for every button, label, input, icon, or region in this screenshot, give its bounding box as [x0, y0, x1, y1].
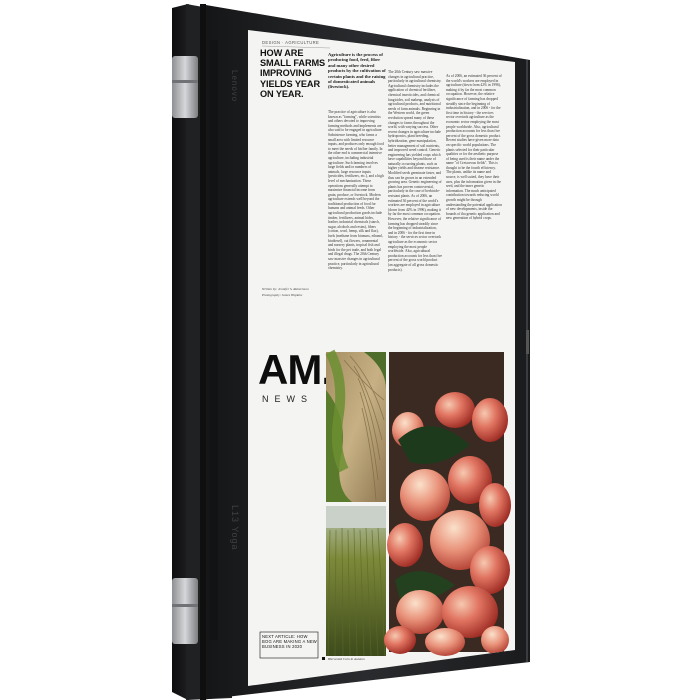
convertible-laptop: Lenovo L13 Yoga DESIGN · AGRICULTURE HOW…	[172, 4, 530, 700]
article-body-column-1: The practice of agriculture is also know…	[328, 110, 384, 271]
masthead-subtitle: NEWS	[262, 394, 313, 404]
top-hinge	[172, 56, 198, 118]
wheat-field-photo	[326, 506, 386, 657]
article-lead: Agriculture is the process of producing …	[328, 52, 386, 90]
next-article-text: NEXT ARTICLE: HOW BOG ARE MAKING A NEW B…	[262, 634, 317, 649]
brand-logo: Lenovo	[230, 70, 239, 102]
article-kicker: DESIGN · AGRICULTURE	[262, 40, 319, 45]
photo-caption: Harvested Corn in Autumn	[327, 657, 365, 661]
article-body-column-3: As of 2006, an estimated 36 percent of t…	[446, 74, 502, 221]
article-body-column-2: The 20th Century saw massive changes in …	[388, 70, 442, 272]
article-headline: HOW ARE SMALL FARMS IMPROVING YIELDS YEA…	[260, 48, 326, 98]
keyboard-edge	[210, 40, 218, 640]
bottom-hinge	[172, 578, 198, 644]
model-label: L13 Yoga	[230, 505, 240, 551]
masthead-title: AM.	[258, 346, 332, 393]
terrace-photo	[325, 349, 386, 502]
apples-photo	[384, 352, 511, 656]
credit-photographer: Photography: James Hopkins	[261, 293, 303, 297]
side-port	[526, 330, 529, 354]
credit-writer: Written by: Jennifer S. Rabertsson	[262, 287, 309, 291]
next-article-box[interactable]: NEXT ARTICLE: HOW BOG ARE MAKING A NEW B…	[259, 631, 319, 659]
screen: DESIGN · AGRICULTURE HOW ARE SMALL FARMS…	[248, 30, 515, 686]
